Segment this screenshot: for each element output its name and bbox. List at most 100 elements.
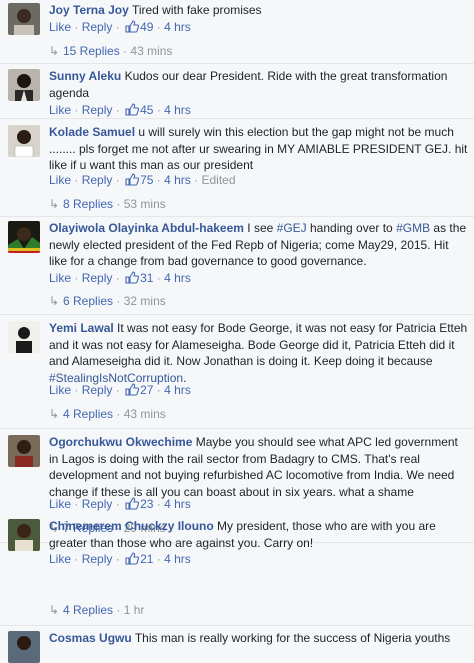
comment-author[interactable]: Olayiwola Olayinka Abdul-hakeem [49, 221, 244, 235]
view-replies-link[interactable]: ↳ 8 Replies · 53 mins [49, 196, 166, 212]
separator-dot: · [115, 497, 120, 511]
comment-actions: Like · Reply · 49 · 4 hrs [49, 19, 191, 35]
separator-dot: · [115, 383, 120, 397]
timestamp[interactable]: 4 hrs [164, 383, 191, 397]
separator-dot: · [74, 497, 79, 511]
avatar[interactable] [8, 631, 40, 663]
reply-button[interactable]: Reply [82, 20, 113, 34]
like-button[interactable]: Like [49, 271, 71, 285]
divider [0, 428, 474, 429]
comment-actions: Like · Reply · 75 · 4 hrs · Edited [49, 172, 236, 188]
separator-dot: · [115, 173, 120, 187]
like-count[interactable]: 27 [123, 383, 153, 397]
separator-dot: · [74, 552, 79, 566]
reply-button[interactable]: Reply [82, 383, 113, 397]
comment-text: This man is really working for the succe… [134, 631, 451, 645]
reply-arrow-icon: ↳ [49, 197, 60, 211]
like-count[interactable]: 23 [123, 497, 153, 511]
separator-dot: · [156, 497, 161, 511]
comment-actions: Like · Reply · 23 · 4 hrs [49, 496, 191, 512]
like-count[interactable]: 31 [123, 271, 153, 285]
comment-actions: Like · Reply · 21 · 4 hrs [49, 551, 191, 567]
replies-time: 43 mins [123, 407, 166, 421]
avatar[interactable] [8, 125, 40, 157]
like-button[interactable]: Like [49, 103, 71, 117]
replies-time: 53 mins [123, 197, 166, 211]
divider [0, 625, 474, 626]
divider [0, 118, 474, 119]
avatar[interactable] [8, 221, 40, 253]
like-count[interactable]: 45 [123, 103, 153, 117]
separator-dot: · [115, 20, 120, 34]
comment-author[interactable]: Yemi Lawal [49, 321, 114, 335]
separator-dot: · [156, 383, 161, 397]
thumbs-up-icon [125, 173, 140, 186]
reply-button[interactable]: Reply [82, 552, 113, 566]
comment-author[interactable]: Kolade Samuel [49, 125, 135, 139]
like-button[interactable]: Like [49, 383, 71, 397]
separator-dot: · [74, 103, 79, 117]
comment-author[interactable]: Sunny Aleku [49, 69, 121, 83]
comment-author[interactable]: Chinemerem Chuckzy Ilouno [49, 519, 214, 533]
thumbs-up-icon [125, 383, 140, 396]
separator-dot: · [116, 197, 121, 211]
reply-arrow-icon: ↳ [49, 44, 60, 58]
view-replies-link[interactable]: ↳ 4 Replies · 1 hr [49, 602, 144, 618]
separator-dot: · [115, 271, 120, 285]
reply-arrow-icon: ↳ [49, 407, 60, 421]
like-count[interactable]: 21 [123, 552, 153, 566]
like-button[interactable]: Like [49, 552, 71, 566]
like-button[interactable]: Like [49, 173, 71, 187]
avatar[interactable] [8, 435, 40, 467]
avatar[interactable] [8, 3, 40, 35]
view-replies-link[interactable]: ↳ 6 Replies · 32 mins [49, 293, 166, 309]
separator-dot: · [74, 173, 79, 187]
hashtag-link[interactable]: #GMB [396, 221, 430, 235]
separator-dot: · [74, 383, 79, 397]
comment-actions: Like · Reply · 27 · 4 hrs [49, 382, 191, 398]
like-count[interactable]: 49 [123, 20, 153, 34]
separator-dot: · [116, 294, 121, 308]
comment-author[interactable]: Cosmas Ugwu [49, 631, 132, 645]
replies-time: 32 mins [123, 294, 166, 308]
timestamp[interactable]: 4 hrs [164, 497, 191, 511]
thumbs-up-icon [125, 552, 140, 565]
separator-dot: · [156, 552, 161, 566]
view-replies-link[interactable]: ↳ 4 Replies · 43 mins [49, 406, 166, 422]
view-replies-link[interactable]: ↳ 15 Replies · 43 mins [49, 43, 172, 59]
timestamp[interactable]: 4 hrs [164, 173, 191, 187]
comment-actions: Like · Reply · 45 · 4 hrs [49, 102, 191, 118]
avatar[interactable] [8, 69, 40, 101]
timestamp[interactable]: 4 hrs [164, 552, 191, 566]
like-button[interactable]: Like [49, 20, 71, 34]
comment-text: Tired with fake promises [131, 3, 262, 17]
comment-author[interactable]: Ogorchukwu Okwechime [49, 435, 192, 449]
reply-button[interactable]: Reply [82, 173, 113, 187]
timestamp[interactable]: 4 hrs [164, 271, 191, 285]
divider [0, 216, 474, 217]
separator-dot: · [74, 271, 79, 285]
reply-button[interactable]: Reply [82, 497, 113, 511]
like-button[interactable]: Like [49, 497, 71, 511]
reply-button[interactable]: Reply [82, 271, 113, 285]
thumbs-up-icon [125, 497, 140, 510]
hashtag-link[interactable]: #GEJ [277, 221, 307, 235]
avatar[interactable] [8, 321, 40, 353]
reply-arrow-icon: ↳ [49, 294, 60, 308]
timestamp[interactable]: 4 hrs [164, 20, 191, 34]
reply-button[interactable]: Reply [82, 103, 113, 117]
comment-author[interactable]: Joy Terna Joy [49, 3, 129, 17]
replies-time: 43 mins [130, 44, 173, 58]
reply-arrow-icon: ↳ [49, 603, 60, 617]
comment-actions: Like · Reply · 31 · 4 hrs [49, 270, 191, 286]
thumbs-up-icon [125, 271, 140, 284]
like-count[interactable]: 75 [123, 173, 153, 187]
edited-label[interactable]: Edited [202, 173, 236, 187]
timestamp[interactable]: 4 hrs [164, 103, 191, 117]
thumbs-up-icon [125, 20, 140, 33]
thumbs-up-icon [125, 103, 140, 116]
separator-dot: · [156, 271, 161, 285]
separator-dot: · [156, 173, 161, 187]
avatar[interactable] [8, 519, 40, 551]
divider [0, 314, 474, 315]
